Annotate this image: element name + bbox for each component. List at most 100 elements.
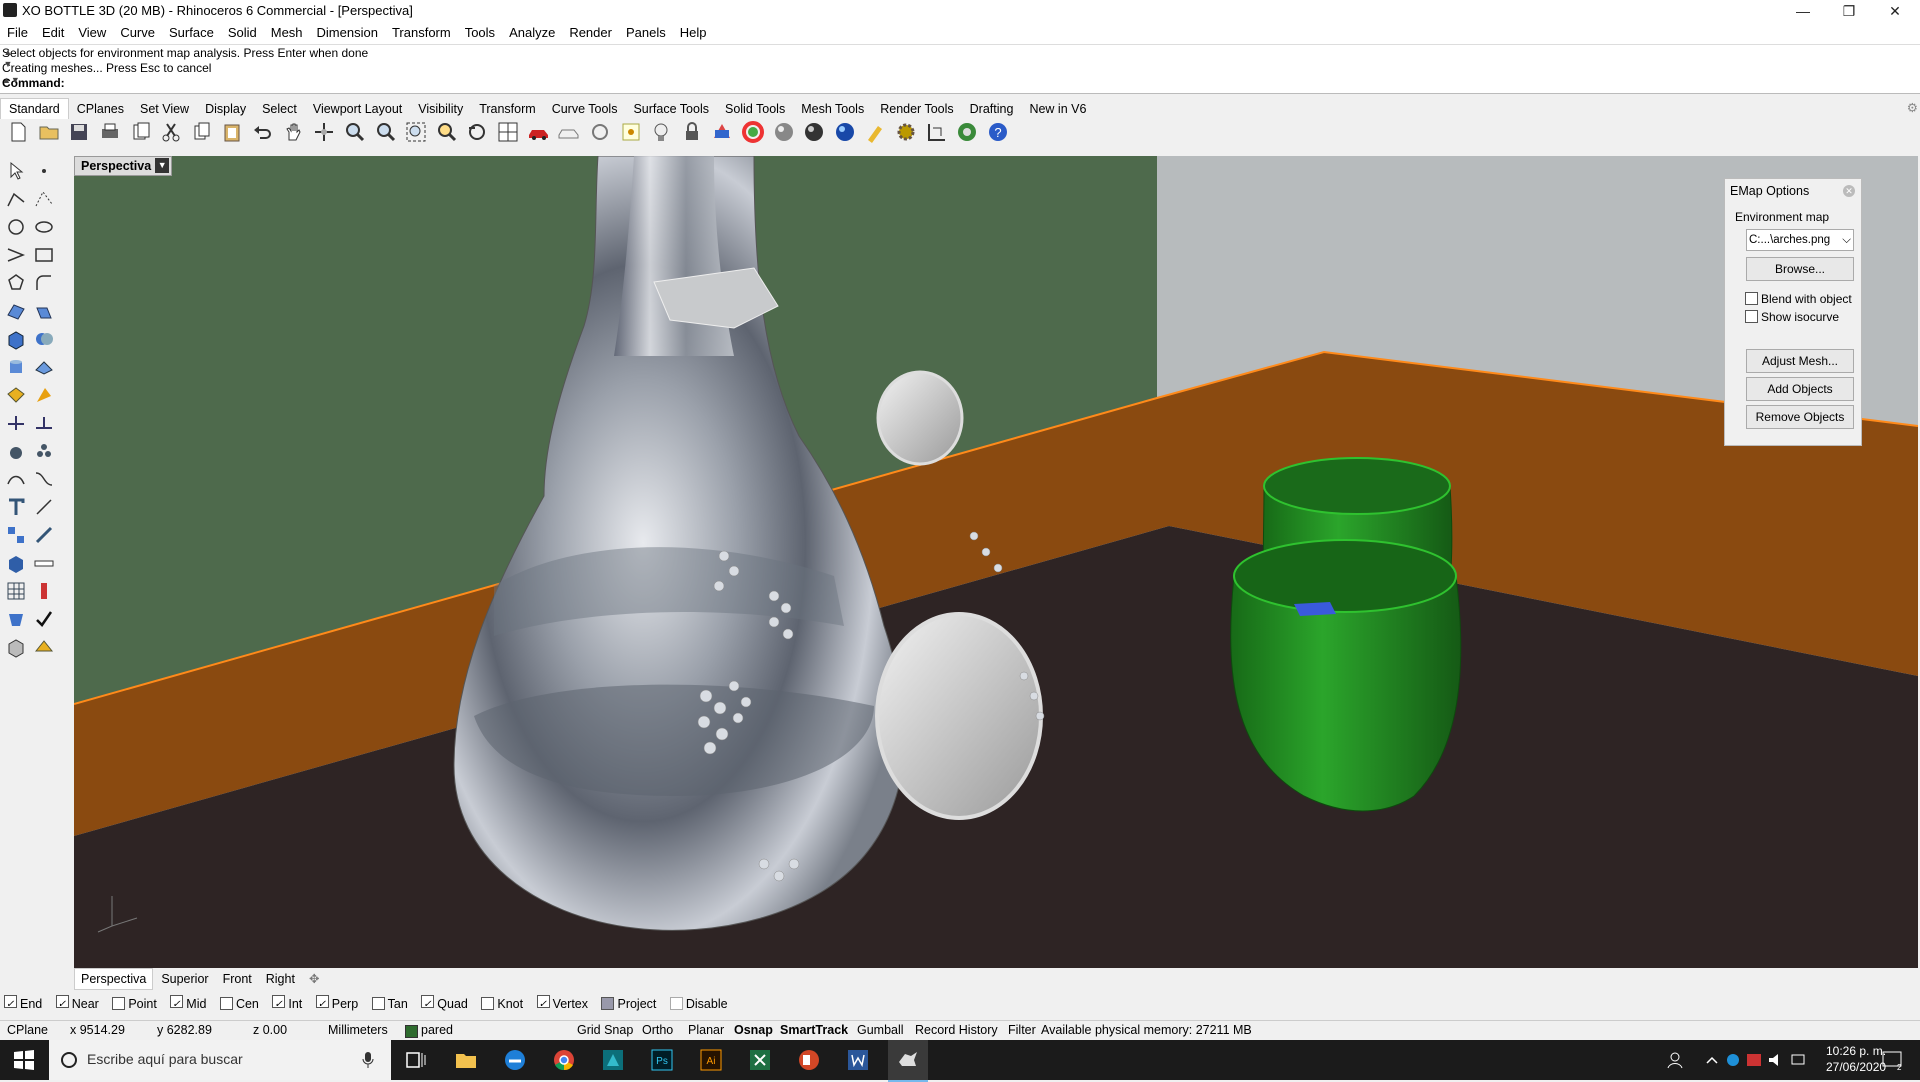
block-icon[interactable]	[5, 552, 27, 574]
close-button[interactable]: ✕	[1872, 0, 1918, 22]
volume-icon[interactable]	[1767, 1048, 1785, 1072]
tab-transform[interactable]: Transform	[471, 99, 544, 119]
pan-hand-icon[interactable]	[282, 120, 306, 144]
cut-plane-icon[interactable]	[33, 636, 55, 658]
close-icon[interactable]: ✕	[1843, 185, 1855, 197]
tab-perspectiva[interactable]: Perspectiva	[74, 968, 154, 990]
tab-solid-tools[interactable]: Solid Tools	[717, 99, 793, 119]
gumball-toggle[interactable]: Gumball	[857, 1023, 904, 1037]
chrome-icon[interactable]	[552, 1048, 576, 1072]
perspective-viewport[interactable]	[74, 156, 1918, 968]
check-icon[interactable]	[33, 608, 55, 630]
menu-tools[interactable]: Tools	[458, 22, 502, 44]
menu-view[interactable]: View	[71, 22, 113, 44]
viewport-grid-icon[interactable]	[496, 120, 520, 144]
rebuild-icon[interactable]	[5, 468, 27, 490]
task-view-icon[interactable]	[404, 1048, 428, 1072]
point-grid-icon[interactable]	[619, 120, 643, 144]
menu-file[interactable]: File	[0, 22, 35, 44]
photoshop-icon[interactable]: Ps	[650, 1048, 674, 1072]
menu-transform[interactable]: Transform	[385, 22, 458, 44]
tray-app-icon[interactable]	[1725, 1048, 1741, 1072]
array-star-icon[interactable]	[33, 384, 55, 406]
trim-icon[interactable]	[33, 412, 55, 434]
help-icon[interactable]: ?	[986, 120, 1010, 144]
circle-icon[interactable]	[5, 216, 27, 238]
car-icon[interactable]	[527, 120, 551, 144]
transform-icon[interactable]	[5, 384, 27, 406]
menu-surface[interactable]: Surface	[162, 22, 221, 44]
tab-mesh-tools[interactable]: Mesh Tools	[793, 99, 872, 119]
paste-icon[interactable]	[220, 120, 244, 144]
tab-render-tools[interactable]: Render Tools	[872, 99, 961, 119]
people-icon[interactable]	[1666, 1048, 1684, 1072]
notification-icon[interactable]: 2	[1880, 1048, 1904, 1072]
command-dropdown-icon[interactable]: ▲▼	[2, 75, 20, 85]
osnap-perp[interactable]: Perp	[315, 994, 358, 1014]
zoom-selected-icon[interactable]	[435, 120, 459, 144]
polygon-icon[interactable]	[5, 272, 27, 294]
app-icon-teal[interactable]	[601, 1048, 625, 1072]
lock-icon[interactable]	[680, 120, 704, 144]
tray-red-icon[interactable]	[1745, 1048, 1763, 1072]
scroll-down-icon[interactable]: ▼	[2, 59, 14, 69]
tab-viewport-layout[interactable]: Viewport Layout	[305, 99, 410, 119]
join-icon[interactable]	[5, 440, 27, 462]
copy-doc-icon[interactable]	[129, 120, 153, 144]
osnap-vertex[interactable]: Vertex	[536, 994, 588, 1014]
flashlight-icon[interactable]	[864, 120, 888, 144]
menu-analyze[interactable]: Analyze	[502, 22, 562, 44]
osnap-project[interactable]: Project	[601, 994, 656, 1014]
filter-toggle[interactable]: Filter	[1008, 1023, 1036, 1037]
restore-button[interactable]: ❐	[1826, 0, 1872, 22]
osnap-near[interactable]: Near	[55, 994, 99, 1014]
clock[interactable]: 10:26 p. m. 27/06/2020	[1826, 1043, 1886, 1075]
ortho-toggle[interactable]: Ortho	[642, 1023, 673, 1037]
osnap-point[interactable]: Point	[112, 994, 157, 1014]
text-icon[interactable]	[5, 496, 27, 518]
osnap-mid[interactable]: Mid	[170, 994, 206, 1014]
tab-visibility[interactable]: Visibility	[410, 99, 471, 119]
network-icon[interactable]	[1789, 1048, 1807, 1072]
copy-icon[interactable]	[190, 120, 214, 144]
arc-icon[interactable]	[5, 244, 27, 266]
menu-solid[interactable]: Solid	[221, 22, 264, 44]
scroll-up-icon[interactable]: ▲	[2, 47, 14, 57]
render-mesh-icon[interactable]	[5, 608, 27, 630]
file-explorer-icon[interactable]	[454, 1048, 478, 1072]
record-history-toggle[interactable]: Record History	[915, 1023, 998, 1037]
extrude-icon[interactable]	[33, 300, 55, 322]
ruler-icon[interactable]	[33, 552, 55, 574]
powerpoint-icon[interactable]	[797, 1048, 821, 1072]
split-icon[interactable]	[5, 412, 27, 434]
osnap-cen[interactable]: Cen	[219, 994, 259, 1014]
shaded-box-icon[interactable]	[5, 636, 27, 658]
dimension-icon[interactable]	[925, 120, 949, 144]
browse-button[interactable]: Browse...	[1746, 257, 1854, 281]
tab-front[interactable]: Front	[217, 969, 258, 989]
mesh-icon[interactable]	[33, 356, 55, 378]
analyze-icon[interactable]	[33, 580, 55, 602]
tab-select[interactable]: Select	[254, 99, 305, 119]
new-file-icon[interactable]	[6, 120, 30, 144]
osnap-disable[interactable]: Disable	[669, 994, 728, 1014]
chevron-up-icon[interactable]	[1704, 1048, 1720, 1072]
tab-standard[interactable]: Standard	[0, 98, 69, 119]
select-arrow-icon[interactable]	[5, 160, 27, 182]
menu-dimension[interactable]: Dimension	[310, 22, 385, 44]
rhino-app-icon[interactable]	[3, 3, 17, 17]
curve-cv-icon[interactable]	[33, 188, 55, 210]
light-bulb-icon[interactable]	[649, 120, 673, 144]
food4rhino-icon[interactable]	[955, 120, 979, 144]
cplane-indicator[interactable]: CPlane	[7, 1023, 48, 1037]
tab-curve-tools[interactable]: Curve Tools	[544, 99, 626, 119]
point-icon[interactable]	[33, 160, 55, 182]
edge-icon[interactable]	[503, 1048, 527, 1072]
osnap-quad[interactable]: Quad	[421, 994, 468, 1014]
tab-right[interactable]: Right	[260, 969, 301, 989]
add-viewport-icon[interactable]: ✥	[303, 969, 325, 989]
osnap-toggle[interactable]: Osnap	[734, 1023, 773, 1037]
rotate-object-icon[interactable]	[588, 120, 612, 144]
surface-icon[interactable]	[5, 300, 27, 322]
tab-drafting[interactable]: Drafting	[962, 99, 1022, 119]
